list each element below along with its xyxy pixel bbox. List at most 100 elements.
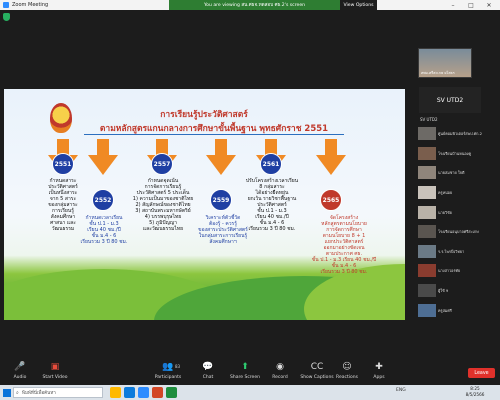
start-video-button[interactable]: ▣ Start Video	[35, 361, 75, 385]
participants-button[interactable]: 👥 Participants	[148, 361, 188, 385]
windows-start-icon[interactable]	[3, 389, 11, 397]
system-clock[interactable]: 8:25 8/5/2566	[462, 386, 488, 397]
powerpoint-icon[interactable]	[152, 387, 163, 398]
search-icon: ⌕	[16, 390, 19, 396]
participant-video	[418, 147, 436, 160]
participant-name: ครูหน่อย	[438, 190, 453, 195]
presentation-slide: การเรียนรู้ประวัติศาสตร์ ตามหลักสูตรแกนก…	[4, 89, 405, 320]
share-screen-label: Share Screen	[230, 375, 260, 380]
year-badge: 2552	[92, 189, 114, 211]
participant-tile[interactable]: นายวิชัย	[418, 206, 480, 219]
apps-icon: ✚	[375, 362, 383, 372]
down-arrow-icon	[316, 139, 346, 175]
title-divider	[84, 134, 344, 135]
participant-name: โรงเรียนบ้านหนองคู	[438, 151, 472, 156]
meeting-topbar	[0, 10, 500, 22]
reactions-label: Reactions	[336, 375, 358, 380]
maximize-icon[interactable]: □	[464, 0, 478, 10]
search-placeholder: พิมพ์ที่นี่เพื่อค้นหา	[22, 391, 56, 396]
leave-button[interactable]: Leave	[468, 368, 495, 378]
title-bar: Zoom Meeting You are viewing สน.ศธจ.ทดสอ…	[0, 0, 500, 10]
participant-tile[interactable]: นายสมชาย ใจดี	[418, 166, 480, 179]
audio-button[interactable]: 🎤 Audio	[0, 361, 40, 385]
participant-tile[interactable]: ครูสมศรี	[418, 304, 480, 317]
participants-icon: 👥	[162, 362, 174, 372]
start-video-label: Start Video	[42, 375, 68, 380]
participant-name: ร.ร.ไพรบึงวิทยา	[438, 249, 465, 254]
minimize-icon[interactable]: –	[446, 0, 460, 10]
zoom-app-icon	[3, 2, 9, 8]
timeline-text: จัดโครงสร้าง หลักสูตรตามนโยบาย การจัดการ…	[311, 215, 377, 275]
participant-tile[interactable]: นางสาวอรทัย	[418, 264, 480, 277]
participant-video	[418, 284, 436, 297]
participants-count: 83	[175, 364, 181, 369]
tile-label: สพม.ศรีสะเกษ ยโสธร	[421, 71, 455, 75]
speaker-name: SV UTD2	[436, 97, 464, 104]
speaker-label: SV UTD2	[420, 117, 438, 122]
record-label: Record	[272, 375, 288, 380]
participant-tile[interactable]: โรงเรียนอนุบาลศรีสะเกษ	[418, 225, 480, 238]
participant-video	[418, 264, 436, 277]
year-badge: 2561	[260, 153, 282, 175]
shared-video-tile[interactable]: สพม.ศรีสะเกษ ยโสธร	[418, 48, 472, 78]
zoom-taskbar-icon[interactable]	[138, 387, 149, 398]
participants-label: Participants	[154, 375, 182, 380]
timeline-text: ปรับโครงสร้างเวลาเรียน 8 กลุ่มสาระ ได้อย…	[245, 178, 299, 232]
zoom-window: Zoom Meeting You are viewing สน.ศธจ.ทดสอ…	[0, 0, 500, 400]
year-badge: 2557	[151, 153, 173, 175]
participant-name: ผู้ใช้ 9	[438, 288, 449, 293]
participant-tile[interactable]: โรงเรียนบ้านหนองคู	[418, 147, 480, 160]
participant-name: ศูนย์คอมพิวเตอร์สพป.ศก.2	[438, 131, 483, 136]
down-arrow-icon	[206, 139, 236, 175]
reactions-icon: ☺	[342, 362, 352, 372]
timeline-text: กำหนดจุดเน้น การจัดการเรียนรู้ ประวัติศา…	[132, 178, 194, 232]
apps-button[interactable]: ✚ Apps	[359, 361, 399, 385]
participant-video	[418, 127, 436, 140]
year-badge: 2559	[210, 189, 232, 211]
slide-subtitle: ตามหลักสูตรแกนกลางการศึกษาขั้นพื้นฐาน พุ…	[99, 124, 329, 134]
language-indicator[interactable]: ENG	[396, 388, 406, 393]
window-title: Zoom Meeting	[12, 2, 49, 8]
participant-tile[interactable]: ครูหน่อย	[418, 186, 480, 199]
share-screen-button[interactable]: ⬆ Share Screen	[225, 361, 265, 385]
apps-label: Apps	[373, 375, 385, 380]
participant-video	[418, 166, 436, 179]
file-explorer-icon[interactable]	[110, 387, 121, 398]
slide-title: การเรียนรู้ประวัติศาสตร์	[160, 110, 248, 120]
video-off-icon: ▣	[50, 362, 60, 372]
participant-name: นางสาวอรทัย	[438, 268, 461, 273]
taskbar-search-input[interactable]: ⌕ พิมพ์ที่นี่เพื่อค้นหา	[13, 387, 103, 398]
view-options-button[interactable]: View Options	[340, 0, 377, 10]
chrome-icon[interactable]	[166, 387, 177, 398]
edge-browser-icon[interactable]	[124, 387, 135, 398]
participant-tile[interactable]: ร.ร.ไพรบึงวิทยา	[418, 245, 480, 258]
security-shield-icon[interactable]	[3, 13, 10, 21]
participant-video	[418, 245, 436, 258]
participant-video	[418, 206, 436, 219]
participant-name: นายสมชาย ใจดี	[438, 170, 465, 175]
participant-video	[418, 186, 436, 199]
year-badge: 2551	[52, 153, 74, 175]
close-icon[interactable]: ✕	[482, 0, 496, 10]
chat-label: Chat	[202, 375, 214, 380]
record-button[interactable]: ◉ Record	[260, 361, 300, 385]
participant-name: โรงเรียนอนุบาลศรีสะเกษ	[438, 229, 479, 234]
record-icon: ◉	[276, 362, 284, 372]
participant-video	[418, 225, 436, 238]
chat-button[interactable]: 💬 Chat	[188, 361, 228, 385]
captions-icon: CC	[310, 362, 324, 372]
participant-tile[interactable]: ผู้ใช้ 9	[418, 284, 480, 297]
year-badge: 2565	[320, 189, 342, 211]
audio-label: Audio	[13, 375, 27, 380]
ministry-logo-icon	[50, 103, 72, 133]
participant-video	[418, 304, 436, 317]
share-screen-icon: ⬆	[241, 362, 249, 372]
active-speaker-tile[interactable]: SV UTD2	[419, 87, 481, 113]
participant-tile[interactable]: ศูนย์คอมพิวเตอร์สพป.ศก.2	[418, 127, 483, 140]
shared-screen: การเรียนรู้ประวัติศาสตร์ ตามหลักสูตรแกนก…	[4, 89, 405, 320]
down-arrow-icon	[88, 139, 118, 175]
chat-icon: 💬	[202, 362, 214, 372]
microphone-muted-icon: 🎤	[14, 362, 26, 372]
viewing-banner: You are viewing สน.ศธจ.ทดสอบ ศธ.2's scre…	[169, 0, 340, 10]
clock-date: 8/5/2566	[465, 391, 485, 397]
